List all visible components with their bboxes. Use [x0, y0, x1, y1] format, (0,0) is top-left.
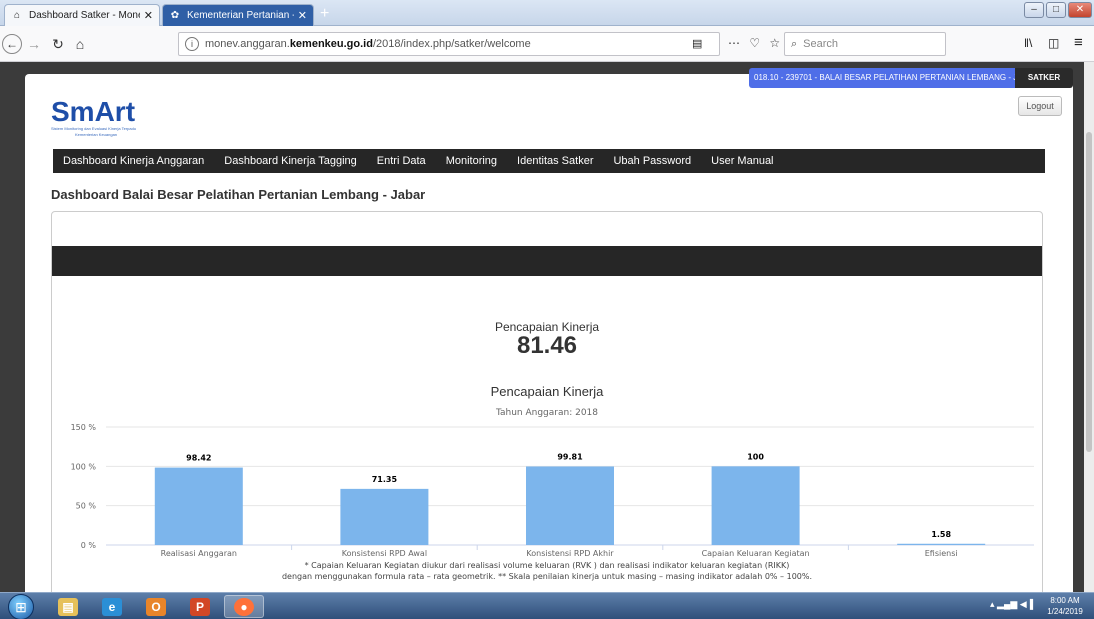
menu-monitoring[interactable]: Monitoring: [446, 155, 497, 167]
chart-subtitle: Tahun Anggaran: 2018: [495, 408, 598, 418]
folder-icon: ▤: [58, 597, 78, 616]
data-label: 1.58: [931, 530, 951, 539]
leaf-favicon-icon: ✿: [170, 10, 180, 21]
logo-text: SmArt: [51, 96, 136, 127]
taskbar-firefox[interactable]: ●: [224, 595, 264, 618]
address-bar[interactable]: i monev.anggaran.kemenkeu.go.id/2018/ind…: [178, 32, 720, 56]
back-arrow-icon[interactable]: ←: [2, 34, 22, 54]
taskbar-internet-explorer[interactable]: e: [92, 595, 132, 618]
logout-button[interactable]: Logout: [1018, 96, 1062, 116]
smart-logo: SmArt Sistem Monitoring dan Evaluasi Kin…: [51, 98, 201, 148]
content-card: SmArt Sistem Monitoring dan Evaluasi Kin…: [25, 74, 1073, 592]
role-badge: SATKER: [1015, 68, 1073, 88]
home-favicon-icon: ⌂: [13, 10, 21, 21]
data-label: 99.81: [557, 452, 583, 461]
menu-dashboard-kinerja-tagging[interactable]: Dashboard Kinerja Tagging: [224, 155, 357, 167]
menu-entri-data[interactable]: Entri Data: [377, 155, 426, 167]
sidebar-icon[interactable]: ◫: [1048, 36, 1059, 50]
close-tab-icon[interactable]: ✕: [298, 9, 307, 22]
close-window-button[interactable]: ✕: [1068, 2, 1092, 18]
library-icon[interactable]: ‖\: [1024, 36, 1032, 50]
bar: [340, 488, 429, 545]
tab-title: Dashboard Satker - Monev: [29, 10, 140, 21]
home-icon[interactable]: ⌂: [70, 34, 90, 54]
page-scrollbar[interactable]: [1084, 62, 1094, 592]
taskbar-file-explorer[interactable]: ▤: [48, 595, 88, 618]
chart-footnote: dengan menggunakan formula rata – rata g…: [282, 572, 812, 581]
menu-identitas-satker[interactable]: Identitas Satker: [517, 155, 593, 167]
bar: [897, 543, 986, 545]
page-viewport: SmArt Sistem Monitoring dan Evaluasi Kin…: [0, 62, 1094, 592]
x-tick-label: Efisiensi: [925, 549, 958, 558]
taskbar-outlook[interactable]: O: [136, 595, 176, 618]
main-menu: Dashboard Kinerja Anggaran Dashboard Kin…: [53, 149, 1045, 173]
dashboard-panel: Pencapaian Kinerja 81.46 Pencapaian Kine…: [51, 211, 1043, 592]
y-tick-label: 100 %: [71, 462, 97, 471]
browser-nav-bar: ← → ↻ ⌂ i monev.anggaran.kemenkeu.go.id/…: [0, 26, 1094, 62]
search-icon: ⌕: [791, 37, 798, 50]
minimize-button[interactable]: –: [1024, 2, 1044, 18]
clock-date: 1/24/2019: [1047, 607, 1083, 616]
info-icon[interactable]: i: [185, 37, 199, 51]
search-input[interactable]: ⌕ Search: [784, 32, 946, 56]
chart-title: Pencapaian Kinerja: [491, 384, 605, 399]
menu-dashboard-kinerja-anggaran[interactable]: Dashboard Kinerja Anggaran: [63, 155, 204, 167]
page-title: Dashboard Balai Besar Pelatihan Pertania…: [51, 187, 426, 202]
browser-tab-bar: ⌂ Dashboard Satker - Monev ✕ ✿ Kementeri…: [0, 0, 1094, 26]
maximize-button[interactable]: □: [1046, 2, 1066, 18]
bar: [711, 466, 800, 545]
system-tray[interactable]: ▴ ▂▄▆ ◀▐: [990, 599, 1033, 610]
tab-kementerian-pertanian[interactable]: ✿ Kementerian Pertanian - LAKIN ✕: [162, 4, 314, 26]
taskbar-clock[interactable]: 8:00 AM 1/24/2019: [1040, 595, 1090, 617]
x-tick-label: Konsistensi RPD Akhir: [526, 549, 614, 558]
x-tick-label: Realisasi Anggaran: [161, 549, 237, 558]
x-tick-label: Konsistensi RPD Awal: [342, 549, 427, 558]
page-actions-icon[interactable]: ⋯ ♡ ☆: [728, 36, 783, 50]
y-tick-label: 150 %: [71, 423, 97, 432]
internet-explorer-icon: e: [102, 597, 122, 616]
y-tick-label: 0 %: [81, 541, 97, 550]
data-label: 100: [747, 452, 764, 461]
data-label: 98.42: [186, 454, 211, 463]
firefox-icon: ●: [234, 597, 254, 616]
windows-taskbar: ⊞ ▤ e O P ● ▴ ▂▄▆ ◀▐ 8:00 AM 1/24/2019: [0, 592, 1094, 619]
tab-title: Kementerian Pertanian - LAKIN: [187, 10, 294, 21]
forward-arrow-icon[interactable]: →: [24, 34, 44, 54]
data-label: 71.35: [372, 475, 398, 484]
reload-icon[interactable]: ↻: [48, 34, 68, 54]
bar: [154, 467, 243, 545]
start-button[interactable]: ⊞: [8, 594, 34, 619]
x-tick-label: Capaian Keluaran Kegiatan: [702, 549, 810, 558]
clock-time: 8:00 AM: [1050, 596, 1080, 605]
hamburger-menu-icon[interactable]: ≡: [1074, 34, 1083, 51]
satker-badge: 018.10 - 239701 - BALAI BESAR PELATIHAN …: [749, 68, 1015, 88]
menu-user-manual[interactable]: User Manual: [711, 155, 773, 167]
performance-bar-chart: Pencapaian Kinerja Tahun Anggaran: 2018 0 …: [71, 384, 1034, 581]
close-tab-icon[interactable]: ✕: [144, 9, 153, 22]
taskbar-powerpoint[interactable]: P: [180, 595, 220, 618]
logo-subtagline: Kementerian Keuangan: [75, 132, 118, 137]
powerpoint-icon: P: [190, 597, 210, 616]
search-placeholder: Search: [803, 38, 839, 50]
outlook-icon: O: [146, 597, 166, 616]
bar: [526, 466, 614, 545]
scrollbar-thumb[interactable]: [1086, 132, 1092, 452]
y-tick-label: 50 %: [76, 502, 97, 511]
url-text: monev.anggaran.kemenkeu.go.id/2018/index…: [205, 38, 531, 50]
tab-dashboard-satker[interactable]: ⌂ Dashboard Satker - Monev ✕: [4, 4, 160, 26]
chart-footnote: * Capaian Keluaran Kegiatan diukur dari …: [305, 561, 790, 570]
new-tab-icon[interactable]: +: [320, 6, 329, 22]
reader-view-icon[interactable]: ▤: [692, 37, 702, 50]
menu-ubah-password[interactable]: Ubah Password: [613, 155, 691, 167]
